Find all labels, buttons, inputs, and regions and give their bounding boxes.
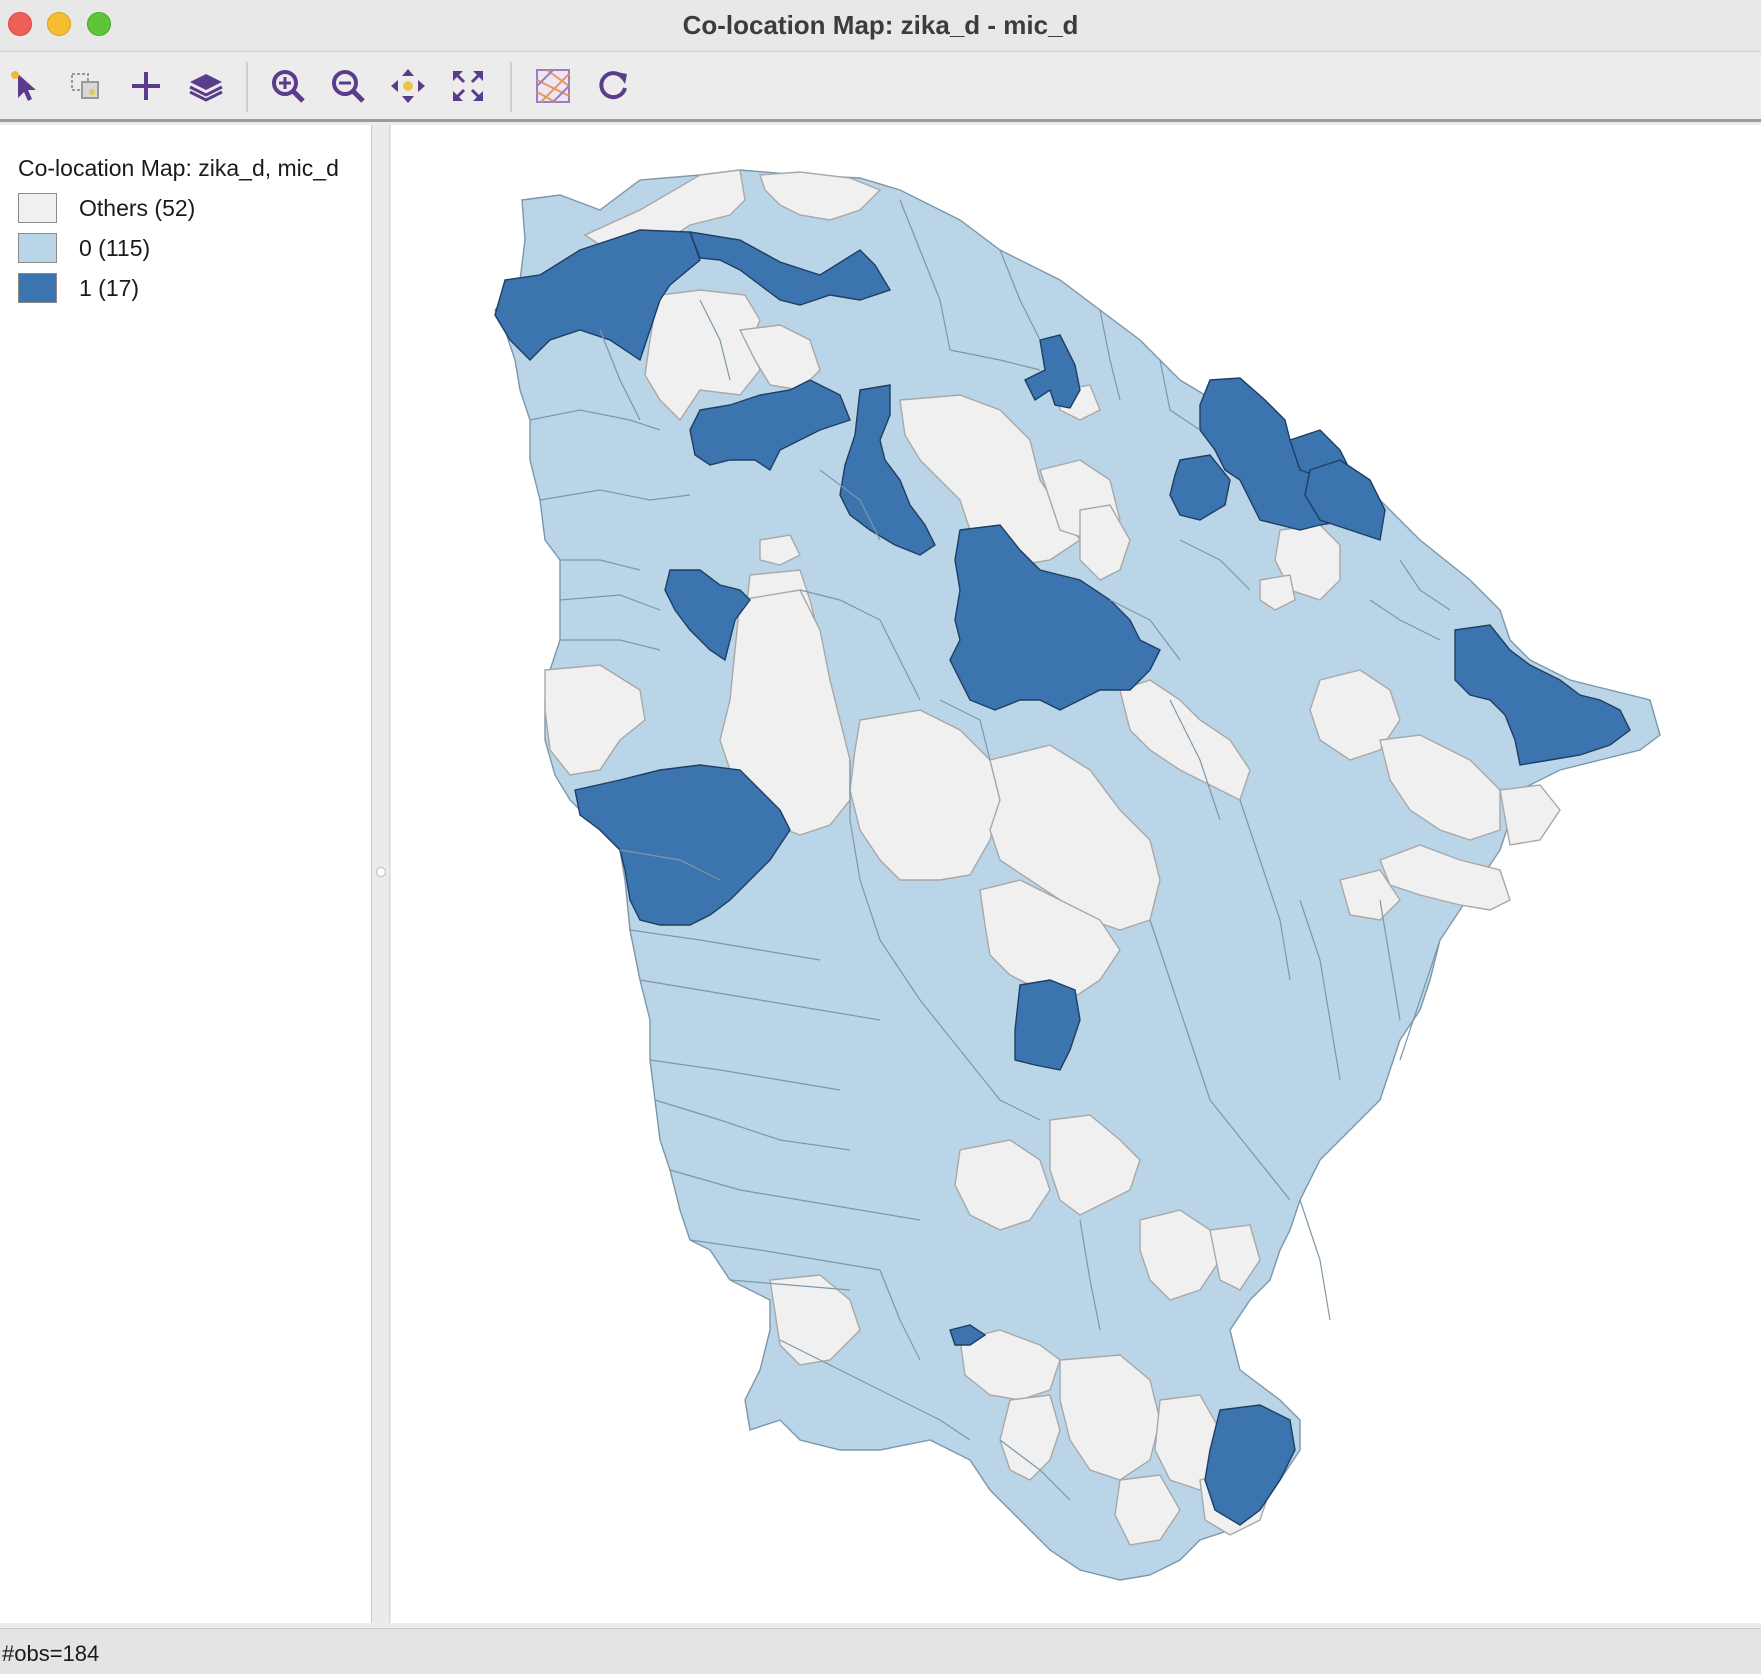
pan-icon [391, 69, 425, 103]
zoom-out-tool[interactable] [326, 64, 370, 108]
legend-item-others[interactable]: Others (52) [18, 193, 195, 223]
select-pointer-icon [11, 71, 36, 101]
zoom-in-tool[interactable] [266, 64, 310, 108]
selection-shape-icon [71, 73, 99, 99]
observation-count: #obs=184 [2, 1641, 100, 1666]
select-pointer-tool[interactable] [4, 64, 48, 108]
legend-item-1[interactable]: 1 (17) [18, 273, 139, 303]
legend-item-0[interactable]: 0 (115) [18, 233, 150, 263]
legend-label-1: 1 (17) [79, 274, 140, 301]
legend-swatch-0 [18, 233, 57, 263]
map-basemap-icon [536, 69, 570, 103]
zoom-out-icon [332, 70, 365, 103]
legend-swatch-1 [18, 273, 57, 303]
splitter-handle[interactable] [376, 867, 386, 877]
map-canvas[interactable] [391, 125, 1761, 1623]
legend-label-0: 0 (115) [79, 234, 151, 261]
legend-panel: Co-location Map: zika_d, mic_d Others (5… [0, 125, 372, 1623]
full-extent-icon [453, 71, 483, 101]
add-layer-icon [132, 72, 160, 100]
map-toolbar [0, 52, 1761, 122]
zoom-in-icon [272, 70, 305, 103]
panel-splitter[interactable] [372, 125, 390, 1623]
refresh-tool[interactable] [591, 64, 635, 108]
selection-shape-tool[interactable] [64, 64, 108, 108]
legend-label-others: Others (52) [79, 194, 196, 221]
window-title: Co-location Map: zika_d - mic_d [682, 10, 1079, 40]
add-layer-tool[interactable] [124, 64, 168, 108]
co-location-map-window: Co-location Map: zika_d - mic_d Co-locat… [0, 0, 1761, 1674]
full-extent-tool[interactable] [446, 64, 490, 108]
legend-swatch-others [18, 193, 57, 223]
title-bar: Co-location Map: zika_d - mic_d [0, 0, 1761, 52]
status-bar: #obs=184 [0, 1628, 1761, 1674]
layers-tool[interactable] [184, 64, 228, 108]
ceara-municipality-map[interactable] [391, 125, 1761, 1623]
legend-title: Co-location Map: zika_d, mic_d [18, 155, 339, 181]
basemap-tool[interactable] [531, 64, 575, 108]
pan-tool[interactable] [386, 64, 430, 108]
layers-icon [189, 74, 223, 102]
refresh-icon [599, 71, 627, 100]
